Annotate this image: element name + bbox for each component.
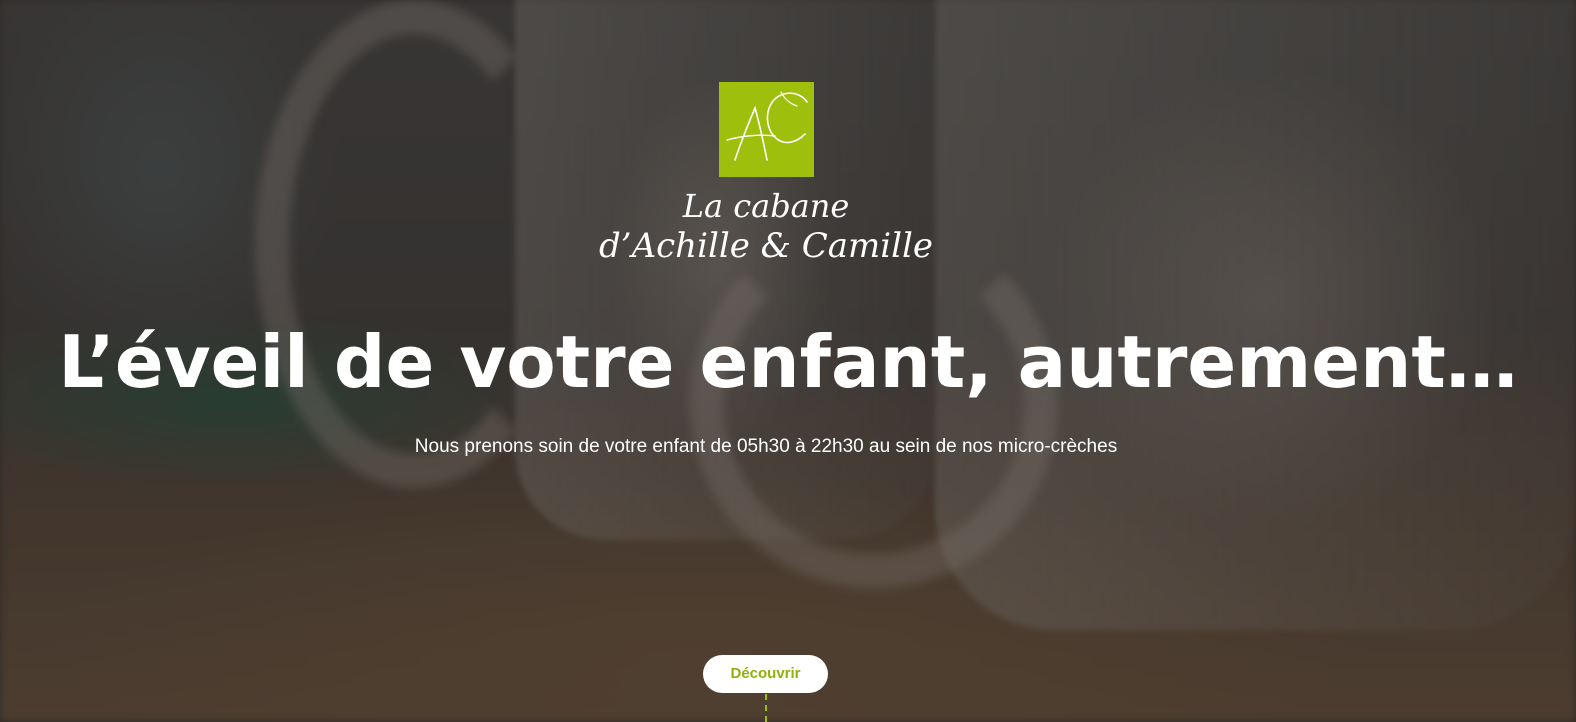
hero-subtitle: Nous prenons soin de votre enfant de 05h… bbox=[414, 436, 1118, 457]
hero-headline: L’éveil de votre enfant, autrement… bbox=[58, 320, 1518, 404]
discover-button[interactable]: Découvrir bbox=[703, 655, 828, 693]
scroll-indicator-line bbox=[765, 694, 767, 722]
hero-section: La cabane d’Achille & Camille L’éveil de… bbox=[0, 0, 1576, 722]
logo-line-2: d’Achille & Camille bbox=[599, 226, 933, 266]
logo-line-1: La cabane bbox=[682, 187, 850, 225]
logo-wordmark[interactable]: La cabane d’Achille & Camille bbox=[560, 186, 972, 266]
logo-monogram-icon[interactable] bbox=[719, 82, 814, 177]
logo-monogram-svg bbox=[726, 91, 808, 161]
